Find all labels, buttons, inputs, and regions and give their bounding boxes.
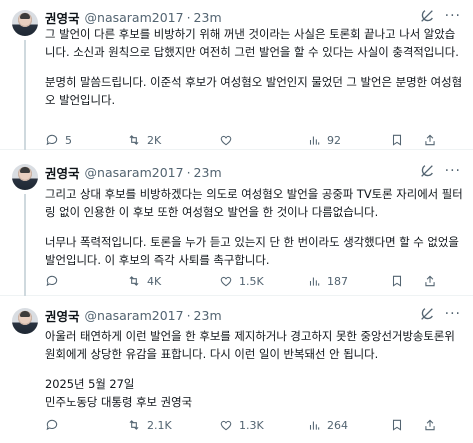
separator-dot: · bbox=[186, 9, 191, 25]
bookmark-button[interactable] bbox=[390, 418, 410, 432]
retweet-icon bbox=[129, 276, 139, 286]
timestamp[interactable]: 23m bbox=[194, 10, 222, 25]
views-icon bbox=[309, 421, 320, 430]
action-bar: 5 2K 92 bbox=[45, 131, 465, 149]
tweet-header: 권영국 @nasaram2017 · 23m ··· bbox=[45, 8, 461, 26]
views-count: 187 bbox=[327, 274, 348, 288]
bookmark-icon bbox=[392, 275, 402, 287]
retweet-count: 4K bbox=[147, 274, 162, 288]
tweet[interactable]: 권영국 @nasaram2017 · 23m ··· 아울러 태연하게 이런 발… bbox=[0, 296, 473, 443]
action-bar: 4K 1.5K 187 bbox=[45, 272, 465, 290]
reply-count: 5 bbox=[65, 133, 72, 147]
avatar[interactable] bbox=[12, 164, 38, 190]
share-button[interactable] bbox=[423, 418, 443, 432]
reply-button[interactable] bbox=[45, 418, 65, 432]
more-icon[interactable]: ··· bbox=[445, 306, 461, 322]
avatar[interactable] bbox=[12, 308, 38, 334]
like-button[interactable]: 1.3K bbox=[219, 418, 264, 432]
tweet-paragraph: 너무나 폭력적입니다. 토론을 누가 듣고 있는지 단 한 번이라도 생각했다면… bbox=[45, 235, 463, 267]
thread-line bbox=[24, 40, 26, 150]
timestamp[interactable]: 23m bbox=[194, 308, 222, 323]
tweet-paragraph: 그 발언이 다른 후보를 비방하기 위해 꺼낸 것이라는 사실은 토론회 끝나고… bbox=[45, 27, 459, 59]
more-icon[interactable]: ··· bbox=[445, 8, 461, 24]
more-icon[interactable]: ··· bbox=[445, 163, 461, 179]
views-button[interactable]: 92 bbox=[307, 133, 341, 147]
share-button[interactable] bbox=[423, 274, 443, 288]
header-icons: ··· bbox=[419, 163, 461, 179]
author-name[interactable]: 권영국 bbox=[45, 306, 80, 325]
views-count: 264 bbox=[327, 418, 348, 432]
like-button[interactable]: 1.5K bbox=[219, 274, 264, 288]
tweet-paragraph: 그리고 상대 후보를 비방하겠다는 의도로 여성혐오 발언을 공중파 TV토론 … bbox=[45, 187, 463, 219]
author-handle[interactable]: @nasaram2017 bbox=[85, 165, 184, 180]
views-icon bbox=[309, 277, 320, 286]
retweet-count: 2K bbox=[147, 133, 162, 147]
retweet-count: 2.1K bbox=[147, 418, 172, 432]
tweet-paragraph: 분명히 말씀드립니다. 이준석 후보가 여성혐오 발언인지 물었던 그 발언은 … bbox=[45, 75, 463, 107]
bookmark-icon bbox=[392, 134, 402, 146]
tweet[interactable]: 권영국 @nasaram2017 · 23m ··· 그 발언이 다른 후보를 … bbox=[0, 0, 473, 150]
grok-icon[interactable] bbox=[419, 8, 435, 24]
separator-dot: · bbox=[186, 164, 191, 180]
retweet-icon bbox=[129, 420, 139, 430]
thread-line bbox=[24, 194, 26, 296]
tweet-text: 그리고 상대 후보를 비방하겠다는 의도로 여성혐오 발언을 공중파 TV토론 … bbox=[45, 185, 465, 269]
reply-icon bbox=[46, 134, 58, 146]
share-button[interactable] bbox=[423, 133, 443, 147]
like-count: 1.5K bbox=[239, 274, 264, 288]
reply-icon bbox=[46, 419, 58, 431]
tweet[interactable]: 권영국 @nasaram2017 · 23m ··· 그리고 상대 후보를 비방… bbox=[0, 150, 473, 296]
reply-button[interactable] bbox=[45, 274, 65, 288]
author-name[interactable]: 권영국 bbox=[45, 8, 80, 27]
bookmark-button[interactable] bbox=[390, 133, 410, 147]
author-handle[interactable]: @nasaram2017 bbox=[85, 10, 184, 25]
header-icons: ··· bbox=[419, 8, 461, 24]
grok-icon[interactable] bbox=[419, 163, 435, 179]
views-count: 92 bbox=[327, 133, 341, 147]
like-icon bbox=[220, 276, 232, 287]
timestamp[interactable]: 23m bbox=[194, 165, 222, 180]
tweet-header: 권영국 @nasaram2017 · 23m ··· bbox=[45, 306, 461, 324]
tweet-text: 아울러 태연하게 이런 발언을 한 후보를 제지하거나 경고하지 못한 중앙선거… bbox=[45, 327, 465, 411]
retweet-button[interactable]: 2.1K bbox=[127, 418, 172, 432]
separator-dot: · bbox=[186, 307, 191, 323]
retweet-button[interactable]: 4K bbox=[127, 274, 161, 288]
share-icon bbox=[425, 134, 435, 146]
author-name[interactable]: 권영국 bbox=[45, 163, 80, 182]
tweet-paragraph: 2025년 5월 27일 민주노동당 대통령 후보 권영국 bbox=[45, 377, 193, 409]
bookmark-button[interactable] bbox=[390, 274, 410, 288]
share-icon bbox=[425, 419, 435, 431]
like-count: 1.3K bbox=[239, 418, 264, 432]
action-bar: 2.1K 1.3K 264 bbox=[45, 416, 465, 434]
like-icon bbox=[220, 420, 232, 431]
tweet-text: 그 발언이 다른 후보를 비방하기 위해 꺼낸 것이라는 사실은 토론회 끝나고… bbox=[45, 25, 465, 109]
avatar[interactable] bbox=[12, 10, 38, 36]
reply-icon bbox=[46, 275, 58, 287]
bookmark-icon bbox=[392, 419, 402, 431]
views-button[interactable]: 264 bbox=[307, 418, 348, 432]
reply-button[interactable]: 5 bbox=[45, 133, 72, 147]
header-icons: ··· bbox=[419, 306, 461, 322]
views-button[interactable]: 187 bbox=[307, 274, 348, 288]
like-button[interactable] bbox=[219, 133, 239, 147]
like-icon bbox=[220, 135, 232, 146]
retweet-button[interactable]: 2K bbox=[127, 133, 161, 147]
grok-icon[interactable] bbox=[419, 306, 435, 322]
retweet-icon bbox=[129, 135, 139, 145]
tweet-paragraph: 아울러 태연하게 이런 발언을 한 후보를 제지하거나 경고하지 못한 중앙선거… bbox=[45, 329, 455, 361]
views-icon bbox=[309, 136, 320, 145]
share-icon bbox=[425, 275, 435, 287]
tweet-header: 권영국 @nasaram2017 · 23m ··· bbox=[45, 163, 461, 181]
author-handle[interactable]: @nasaram2017 bbox=[85, 308, 184, 323]
